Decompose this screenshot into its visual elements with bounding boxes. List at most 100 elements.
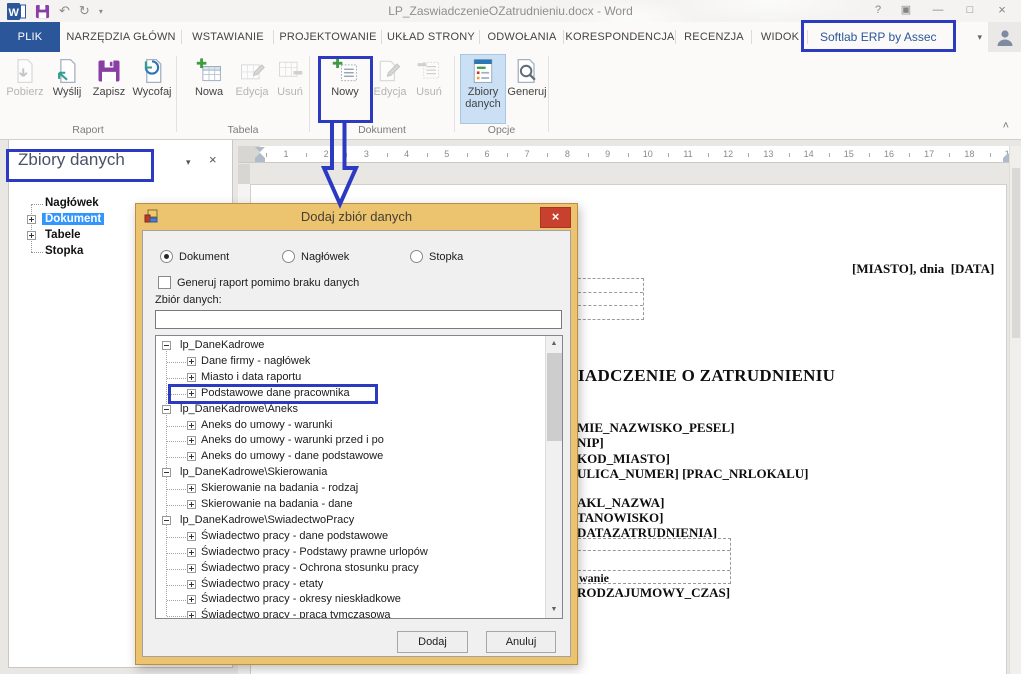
tab-odwołania[interactable]: ODWOŁANIA: [480, 22, 564, 52]
help-icon[interactable]: ?: [867, 2, 889, 18]
save-icon[interactable]: [35, 4, 50, 19]
radio-stopka[interactable]: [410, 250, 423, 263]
nowa-tabela-button[interactable]: Nowa: [189, 55, 229, 123]
expand-icon[interactable]: [187, 579, 196, 589]
dataset-tree-listbox[interactable]: lp_DaneKadrowe Dane firmy - nagłówek Miast…: [155, 335, 563, 619]
redo-icon[interactable]: ↻: [79, 2, 90, 20]
ruler-number: 8: [564, 149, 570, 159]
dialog-tree-item[interactable]: Świadectwo pracy - praca tymczasowa: [156, 608, 544, 618]
ruler-number: 11: [683, 149, 693, 159]
left-indent-marker[interactable]: [255, 158, 265, 162]
scrollbar-thumb[interactable]: [547, 353, 562, 441]
dialog-tree-item-label: Aneks do umowy - warunki: [201, 418, 333, 431]
dialog-tree-item[interactable]: Aneks do umowy - warunki: [156, 418, 544, 434]
dodaj-button[interactable]: Dodaj: [397, 631, 468, 653]
dialog-tree-item[interactable]: Skierowanie na badania - rodzaj: [156, 481, 544, 497]
expand-icon[interactable]: [187, 547, 196, 557]
ruler-tick: [909, 153, 911, 157]
zbiory-danych-button[interactable]: Zbiory danych: [460, 54, 506, 124]
collapse-icon[interactable]: [162, 468, 171, 478]
dialog-tree-item[interactable]: lp_DaneKadrowe\Skierowania: [156, 465, 544, 481]
scroll-down-icon[interactable]: ▼: [546, 602, 562, 618]
dialog-tree-item[interactable]: Dane firmy - nagłówek: [156, 354, 544, 370]
tab-recenzja[interactable]: RECENZJA: [676, 22, 752, 52]
list-scrollbar[interactable]: ▲ ▼: [545, 336, 562, 618]
collapse-ribbon-icon[interactable]: ˄: [1003, 120, 1009, 132]
dialog-tree-item[interactable]: lp_DaneKadrowe\SwiadectwoPracy: [156, 513, 544, 529]
dialog-tree-item[interactable]: Świadectwo pracy - okresy nieskładkowe: [156, 592, 544, 608]
document-text-fragment: ULICA_NUMER] [PRAC_NRLOKALU]: [577, 466, 809, 481]
dialog-tree-item-label: Skierowanie na badania - dane: [201, 498, 353, 510]
dialog-tree-item[interactable]: Skierowanie na badania - dane: [156, 497, 544, 513]
tab-projektowanie[interactable]: PROJEKTOWANIE: [274, 22, 382, 52]
expand-icon[interactable]: [187, 420, 196, 430]
ribbon-display-options-icon[interactable]: ▣: [895, 2, 917, 18]
expand-icon[interactable]: [187, 436, 196, 446]
expand-icon[interactable]: [27, 215, 36, 224]
scroll-up-icon[interactable]: ▲: [546, 336, 562, 352]
dialog-tree-item[interactable]: Aneks do umowy - dane podstawowe: [156, 449, 544, 465]
generate-without-data-checkbox[interactable]: [158, 276, 171, 289]
ruler-number: 14: [803, 149, 814, 159]
expand-icon[interactable]: [187, 531, 196, 541]
dialog-tree-item[interactable]: Świadectwo pracy - Ochrona stosunku prac…: [156, 561, 544, 577]
generuj-button[interactable]: Generuj: [507, 55, 547, 123]
customize-quick-access-icon[interactable]: ▾: [99, 7, 103, 16]
ruler-tick: [627, 153, 629, 157]
button-label: Nowa: [194, 86, 224, 98]
pane-dropdown-icon[interactable]: ▾: [186, 157, 191, 168]
edycja-tabela-button[interactable]: Edycja: [232, 55, 272, 123]
undo-icon[interactable]: ↶: [59, 2, 70, 20]
dialog-tree-item[interactable]: Świadectwo pracy - etaty: [156, 577, 544, 593]
expand-icon[interactable]: [187, 452, 196, 462]
expand-icon[interactable]: [27, 231, 36, 240]
vertical-scrollbar[interactable]: [1009, 146, 1021, 674]
expand-icon[interactable]: [187, 356, 196, 366]
collapse-icon[interactable]: [162, 515, 171, 525]
tab-widok[interactable]: WIDOK: [752, 22, 808, 52]
tab-narzędzia-główn[interactable]: NARZĘDZIA GŁÓWN: [60, 22, 182, 52]
nowy-button[interactable]: Nowy: [323, 55, 367, 123]
account-caret-icon[interactable]: ▾: [977, 32, 982, 43]
tab-wstawianie[interactable]: WSTAWIANIE: [182, 22, 274, 52]
zapisz-button[interactable]: Zapisz: [89, 55, 129, 123]
restore-icon[interactable]: □: [959, 2, 981, 18]
usun-tabela-button[interactable]: Usuń: [273, 55, 307, 123]
wyslij-button[interactable]: Wyślij: [47, 55, 87, 123]
close-icon[interactable]: ×: [991, 2, 1013, 18]
horizontal-ruler[interactable]: 12345678910111213141516171819: [238, 146, 1015, 163]
document-text-fragment: [MIASTO], dnia [DATA]: [852, 261, 995, 276]
edycja-dokument-button[interactable]: Edycja: [370, 55, 410, 123]
dialog-tree-item[interactable]: lp_DaneKadrowe: [156, 338, 544, 354]
tab-softlab-erp-by-assec[interactable]: Softlab ERP by Assec: [808, 22, 949, 52]
first-line-indent-marker[interactable]: [255, 147, 265, 152]
radio-naglowek[interactable]: [282, 250, 295, 263]
scrollbar-thumb[interactable]: [1012, 168, 1020, 338]
dialog-close-button[interactable]: ×: [540, 207, 571, 228]
collapse-icon[interactable]: [162, 341, 171, 350]
dialog-title-bar[interactable]: Dodaj zbiór danych ×: [136, 204, 577, 230]
tab-układ-strony[interactable]: UKŁAD STRONY: [382, 22, 480, 52]
expand-icon[interactable]: [187, 595, 196, 605]
pane-close-icon[interactable]: ×: [209, 152, 217, 167]
pobierz-button[interactable]: Pobierz: [5, 55, 45, 123]
expand-icon[interactable]: [187, 484, 196, 494]
wycofaj-button[interactable]: Wycofaj: [131, 55, 173, 123]
dataset-name-input[interactable]: [155, 310, 562, 329]
expand-icon[interactable]: [187, 563, 196, 573]
dialog-tree-item[interactable]: Świadectwo pracy - Podstawy prawne urlop…: [156, 545, 544, 561]
radio-dokument[interactable]: [160, 250, 173, 263]
expand-icon[interactable]: [187, 500, 196, 509]
anuluj-button[interactable]: Anuluj: [486, 631, 556, 653]
usun-dokument-button[interactable]: Usuń: [411, 55, 447, 123]
dialog-tree-item[interactable]: Świadectwo pracy - dane podstawowe: [156, 529, 544, 545]
tab-plik[interactable]: PLIK: [0, 22, 60, 52]
collapse-icon[interactable]: [162, 404, 171, 414]
account-avatar[interactable]: [988, 22, 1021, 52]
dialog-tree-item[interactable]: Aneks do umowy - warunki przed i po: [156, 433, 544, 449]
ribbon-tab-row: PLIK NARZĘDZIA GŁÓWN WSTAWIANIE PROJEKTOWAN…: [0, 22, 1021, 52]
minimize-icon[interactable]: —: [927, 2, 949, 18]
expand-icon[interactable]: [187, 611, 196, 618]
expand-icon[interactable]: [187, 372, 196, 382]
tab-korespondencja[interactable]: KORESPONDENCJA: [564, 22, 676, 52]
